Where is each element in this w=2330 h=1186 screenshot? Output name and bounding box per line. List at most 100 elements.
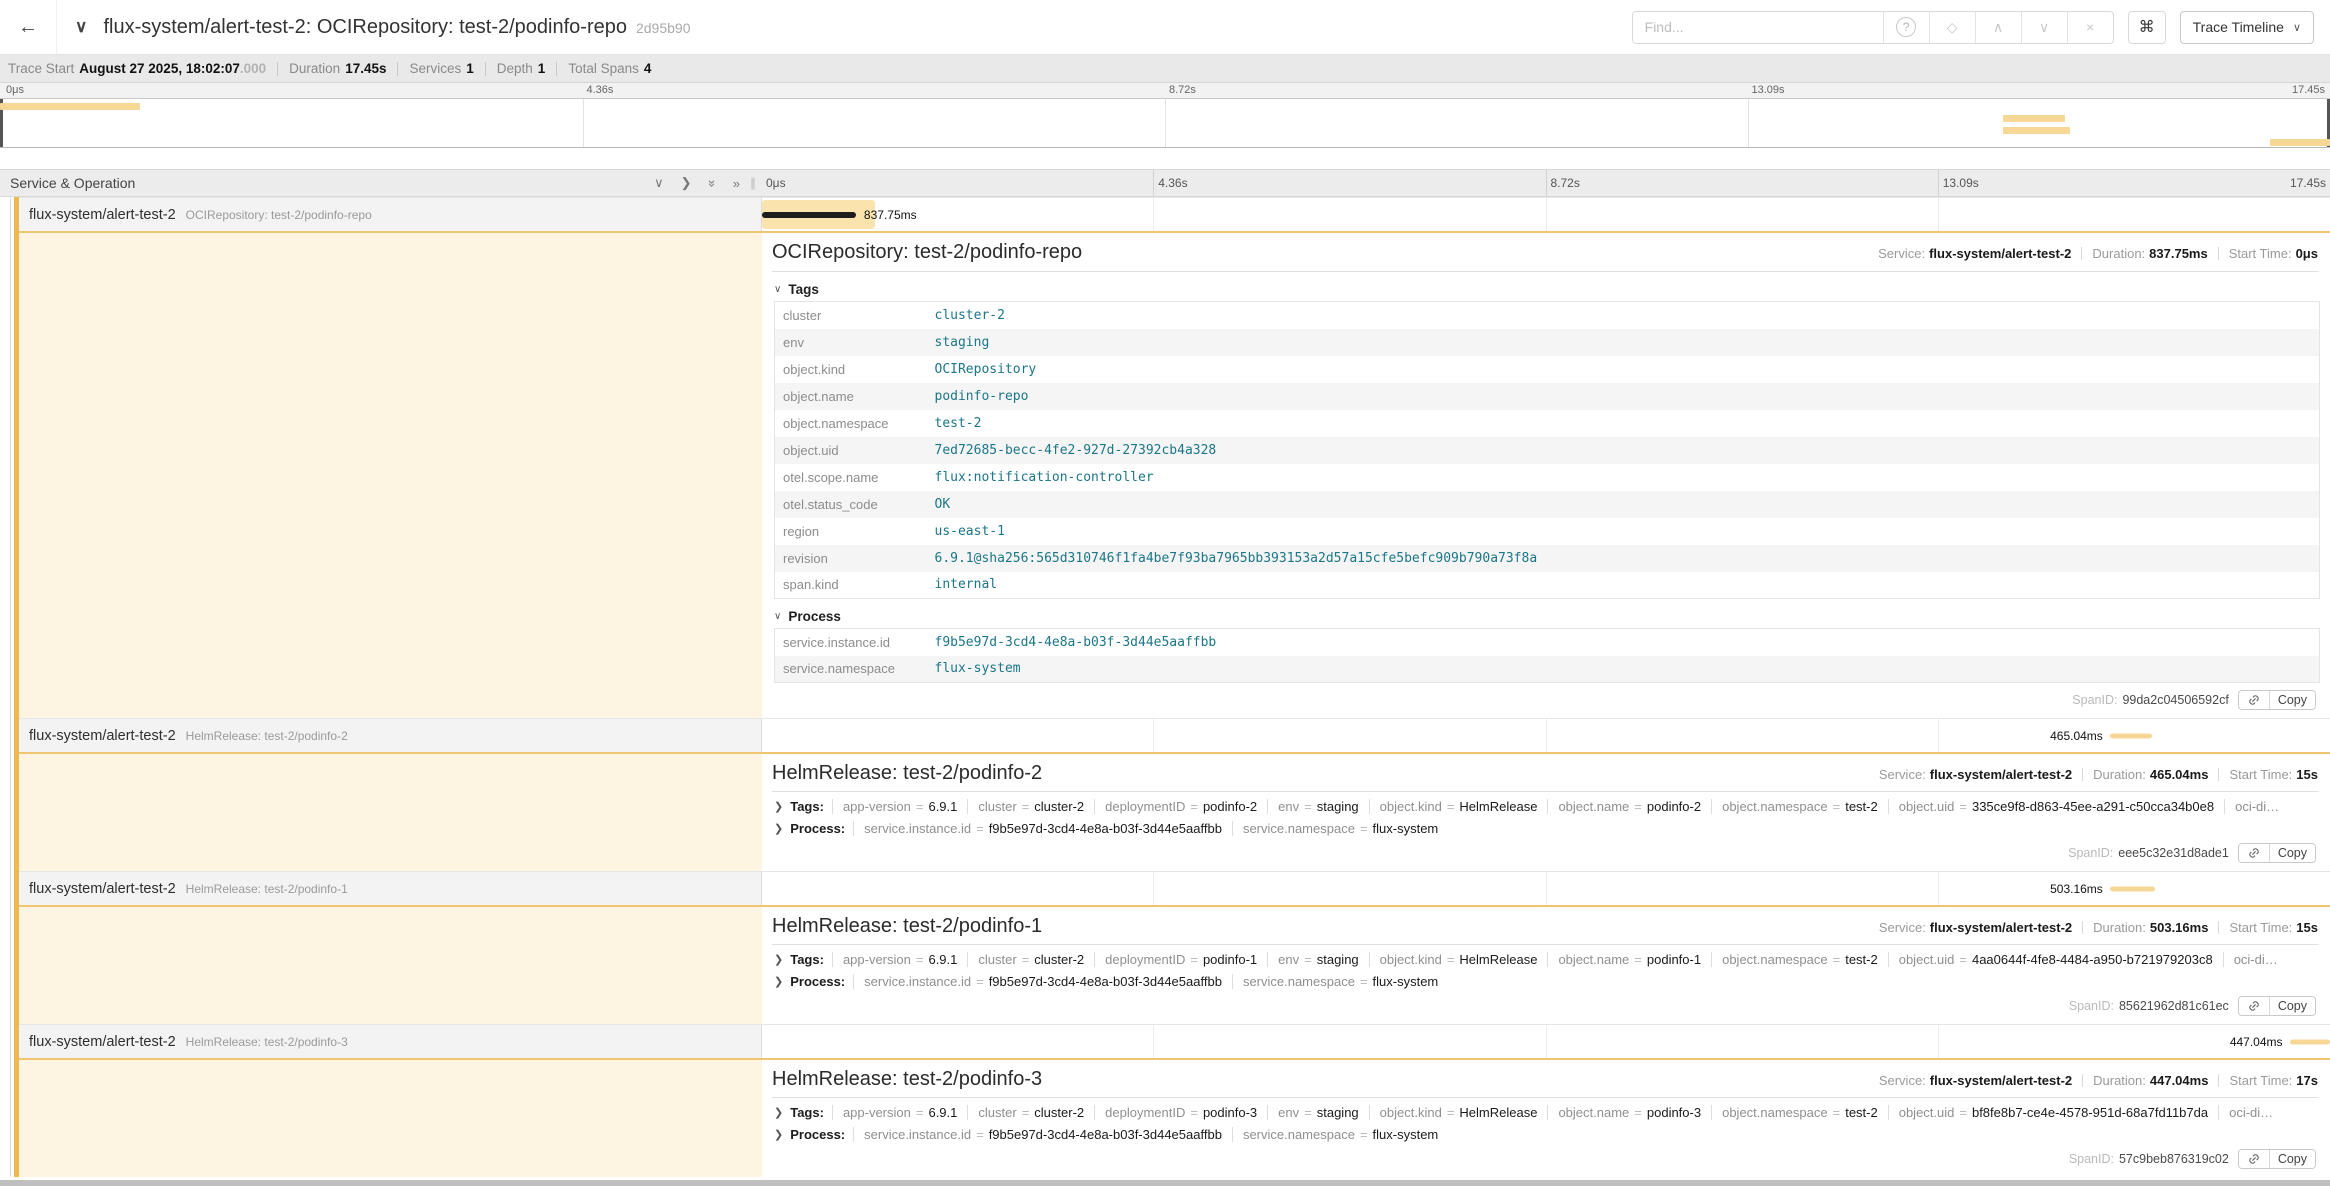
- ruler-tick: 4.36s: [1158, 176, 1187, 190]
- table-row[interactable]: object.uid7ed72685-becc-4fe2-927d-27392c…: [775, 437, 2320, 464]
- span-duration-bar[interactable]: [2110, 886, 2155, 891]
- keyboard-shortcuts-button[interactable]: ⌘: [2128, 11, 2166, 44]
- process-inline-row[interactable]: ❯Process:service.instance.id=f9b5e97d-3c…: [774, 821, 2318, 836]
- copy-button[interactable]: Copy: [2269, 997, 2315, 1015]
- table-row[interactable]: otel.scope.nameflux:notification-control…: [775, 464, 2320, 491]
- span-row[interactable]: flux-system/alert-test-2OCIRepository: t…: [19, 197, 2330, 231]
- tag-key: service.namespace: [775, 656, 927, 683]
- equals-sign: =: [1447, 799, 1455, 814]
- span-timeline-cell[interactable]: 447.04ms: [762, 1025, 2330, 1058]
- tags-section-toggle[interactable]: ∨Tags: [774, 282, 2318, 297]
- table-row[interactable]: span.kindinternal: [775, 572, 2320, 599]
- inline-key: service.namespace: [1243, 821, 1355, 836]
- trace-collapse-toggle[interactable]: ∨: [57, 0, 97, 54]
- span-name-cell[interactable]: flux-system/alert-test-2HelmRelease: tes…: [19, 872, 762, 905]
- span-timeline-cell[interactable]: 503.16ms: [762, 872, 2330, 905]
- inline-key-value: object.kind=HelmRelease: [1369, 952, 1548, 967]
- copy-button[interactable]: Copy: [2269, 844, 2315, 862]
- span-row[interactable]: flux-system/alert-test-2HelmRelease: tes…: [19, 1024, 2330, 1058]
- column-resize-grip[interactable]: ∥: [750, 176, 756, 190]
- span-detail-row: HelmRelease: test-2/podinfo-3Service:flu…: [19, 1058, 2330, 1177]
- process-section-toggle[interactable]: ∨Process: [774, 609, 2318, 624]
- span-duration-bar[interactable]: [2290, 1039, 2330, 1044]
- table-row[interactable]: object.namespacetest-2: [775, 410, 2320, 437]
- table-row[interactable]: object.kindOCIRepository: [775, 356, 2320, 383]
- inline-key-value: service.instance.id=f9b5e97d-3cd4-4e8a-b…: [853, 821, 1232, 836]
- prev-result-button[interactable]: ∧: [1975, 12, 2021, 43]
- inline-key-value: object.name=podinfo-1: [1547, 952, 1711, 967]
- ruler-tick: 8.72s: [1551, 176, 1580, 190]
- help-button[interactable]: ?: [1883, 12, 1929, 43]
- span-group: flux-system/alert-test-2HelmRelease: tes…: [14, 718, 2330, 871]
- inline-value: podinfo-1: [1647, 952, 1701, 967]
- process-inline-row[interactable]: ❯Process:service.instance.id=f9b5e97d-3c…: [774, 1127, 2318, 1142]
- copy-button[interactable]: Copy: [2269, 691, 2315, 709]
- inline-value: 4aa0644f-4fe8-4484-a950-b721979203c8: [1972, 952, 2213, 967]
- span-timeline-cell[interactable]: 465.04ms: [762, 719, 2330, 752]
- span-name-cell[interactable]: flux-system/alert-test-2OCIRepository: t…: [19, 198, 762, 231]
- equals-sign: =: [916, 952, 924, 967]
- span-row[interactable]: flux-system/alert-test-2HelmRelease: tes…: [19, 871, 2330, 905]
- tags-inline-row[interactable]: ❯Tags:app-version=6.9.1cluster=cluster-2…: [774, 799, 2318, 814]
- table-row[interactable]: revision6.9.1@sha256:565d310746f1fa4be7f…: [775, 545, 2320, 572]
- help-icon: ?: [1896, 17, 1916, 37]
- span-name-cell[interactable]: flux-system/alert-test-2HelmRelease: tes…: [19, 1025, 762, 1058]
- horizontal-scrollbar[interactable]: [0, 1180, 2330, 1186]
- inline-key-value: object.namespace=test-2: [1711, 799, 1888, 814]
- duration-label: Duration:: [2093, 1073, 2146, 1088]
- span-name-cell[interactable]: flux-system/alert-test-2HelmRelease: tes…: [19, 719, 762, 752]
- inline-value: staging: [1317, 799, 1359, 814]
- back-button[interactable]: ←: [0, 0, 57, 54]
- link-icon[interactable]: [2239, 1150, 2269, 1168]
- span-detail-title: HelmRelease: test-2/podinfo-3: [772, 1068, 1042, 1091]
- tags-table: clustercluster-2envstagingobject.kindOCI…: [774, 301, 2320, 599]
- next-result-button[interactable]: ∨: [2021, 12, 2067, 43]
- copy-button[interactable]: Copy: [2269, 1150, 2315, 1168]
- inline-key: cluster: [978, 1105, 1016, 1120]
- table-row[interactable]: otel.status_codeOK: [775, 491, 2320, 518]
- inline-value: test-2: [1845, 952, 1878, 967]
- inline-key: oci-di…: [2229, 1105, 2273, 1120]
- process-inline-row[interactable]: ❯Process:service.instance.id=f9b5e97d-3c…: [774, 974, 2318, 989]
- tags-inline-row[interactable]: ❯Tags:app-version=6.9.1cluster=cluster-2…: [774, 1105, 2318, 1120]
- span-duration-bar[interactable]: [2110, 733, 2152, 738]
- depth-label: Depth: [497, 61, 533, 76]
- inline-value: 6.9.1: [928, 1105, 957, 1120]
- locate-span-button[interactable]: ◇: [1929, 12, 1975, 43]
- span-timeline-cell[interactable]: 837.75ms: [762, 198, 2330, 231]
- link-icon[interactable]: [2239, 997, 2269, 1015]
- table-row[interactable]: service.namespaceflux-system: [775, 656, 2320, 683]
- find-input[interactable]: [1633, 12, 1883, 43]
- trace-view-selector[interactable]: Trace Timeline∨: [2180, 11, 2314, 44]
- span-id-value: 85621962d81c61ec: [2119, 999, 2229, 1013]
- table-row[interactable]: object.namepodinfo-repo: [775, 383, 2320, 410]
- inline-key: env: [1278, 799, 1299, 814]
- inline-value: staging: [1317, 952, 1359, 967]
- expand-all-button[interactable]: »: [709, 176, 716, 191]
- tags-inline-row[interactable]: ❯Tags:app-version=6.9.1cluster=cluster-2…: [774, 952, 2318, 967]
- span-row[interactable]: flux-system/alert-test-2HelmRelease: tes…: [19, 718, 2330, 752]
- start-time-value: 15s: [2296, 920, 2318, 935]
- table-row[interactable]: regionus-east-1: [775, 518, 2320, 545]
- span-duration-bar[interactable]: [762, 212, 856, 218]
- collapse-all-button[interactable]: »: [733, 176, 740, 191]
- table-row[interactable]: clustercluster-2: [775, 302, 2320, 329]
- table-row[interactable]: service.instance.idf9b5e97d-3cd4-4e8a-b0…: [775, 629, 2320, 656]
- clear-search-button[interactable]: ×: [2067, 12, 2113, 43]
- collapse-one-button[interactable]: ∨: [654, 175, 664, 191]
- expand-one-button[interactable]: ❯: [681, 175, 692, 191]
- tag-value: test-2: [927, 410, 2320, 437]
- link-icon[interactable]: [2239, 844, 2269, 862]
- trace-start-value: August 27 2025, 18:02:07: [79, 61, 240, 76]
- equals-sign: =: [976, 1127, 984, 1142]
- table-row[interactable]: envstaging: [775, 329, 2320, 356]
- equals-sign: =: [916, 799, 924, 814]
- minimap-tick: 0μs: [6, 84, 24, 96]
- duration-value: 465.04ms: [2150, 767, 2209, 782]
- inline-value: podinfo-3: [1647, 1105, 1701, 1120]
- tag-key: region: [775, 518, 927, 545]
- services-value: 1: [466, 61, 474, 76]
- minimap-canvas[interactable]: [0, 98, 2330, 148]
- divider: [397, 62, 398, 76]
- link-icon[interactable]: [2239, 691, 2269, 709]
